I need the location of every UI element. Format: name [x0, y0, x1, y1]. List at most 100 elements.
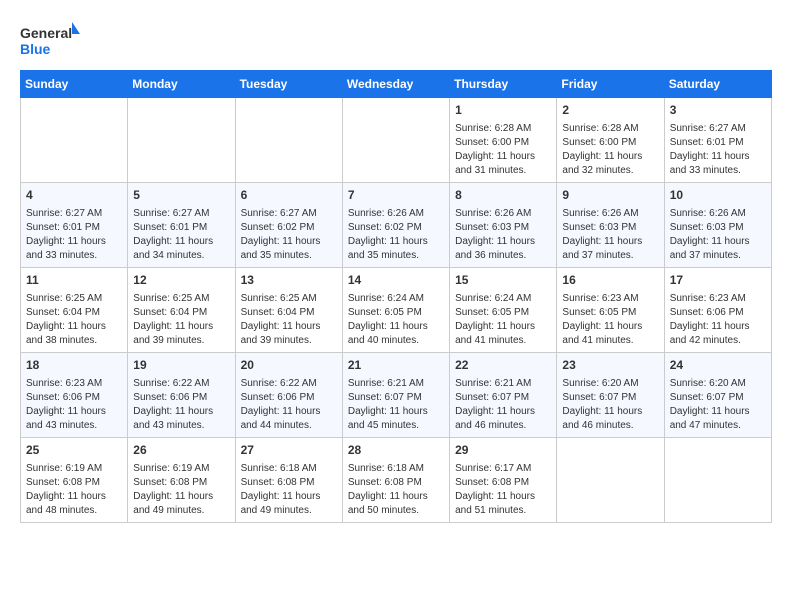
- day-info-line: Sunrise: 6:23 AM: [670, 292, 766, 306]
- day-info-line: Sunrise: 6:27 AM: [26, 207, 122, 221]
- logo-svg: General Blue: [20, 20, 80, 60]
- calendar-day-cell: [21, 98, 128, 183]
- calendar-day-cell: 22Sunrise: 6:21 AMSunset: 6:07 PMDayligh…: [450, 353, 557, 438]
- calendar-day-cell: 18Sunrise: 6:23 AMSunset: 6:06 PMDayligh…: [21, 353, 128, 438]
- svg-text:Blue: Blue: [20, 41, 51, 57]
- day-number: 16: [562, 272, 658, 289]
- calendar-day-cell: 28Sunrise: 6:18 AMSunset: 6:08 PMDayligh…: [342, 438, 449, 523]
- calendar-day-cell: 20Sunrise: 6:22 AMSunset: 6:06 PMDayligh…: [235, 353, 342, 438]
- day-info-line: Daylight: 11 hours and 35 minutes.: [348, 235, 444, 263]
- day-number: 7: [348, 187, 444, 204]
- calendar-day-cell: 8Sunrise: 6:26 AMSunset: 6:03 PMDaylight…: [450, 183, 557, 268]
- day-info-line: Sunset: 6:08 PM: [26, 476, 122, 490]
- day-info-line: Sunrise: 6:23 AM: [562, 292, 658, 306]
- day-info-line: Sunset: 6:06 PM: [670, 306, 766, 320]
- day-number: 1: [455, 102, 551, 119]
- day-info-line: Sunrise: 6:27 AM: [133, 207, 229, 221]
- day-info-line: Sunset: 6:03 PM: [670, 221, 766, 235]
- day-number: 20: [241, 357, 337, 374]
- day-info-line: Sunset: 6:04 PM: [133, 306, 229, 320]
- calendar-week-row: 11Sunrise: 6:25 AMSunset: 6:04 PMDayligh…: [21, 268, 772, 353]
- calendar-day-cell: 25Sunrise: 6:19 AMSunset: 6:08 PMDayligh…: [21, 438, 128, 523]
- calendar-day-cell: [342, 98, 449, 183]
- weekday-header-cell: Wednesday: [342, 71, 449, 98]
- day-info-line: Sunset: 6:01 PM: [133, 221, 229, 235]
- calendar-day-cell: 10Sunrise: 6:26 AMSunset: 6:03 PMDayligh…: [664, 183, 771, 268]
- logo: General Blue: [20, 20, 80, 60]
- day-info-line: Daylight: 11 hours and 36 minutes.: [455, 235, 551, 263]
- calendar-day-cell: 12Sunrise: 6:25 AMSunset: 6:04 PMDayligh…: [128, 268, 235, 353]
- calendar-day-cell: 5 Sunrise: 6:27 AMSunset: 6:01 PMDaylight…: [128, 183, 235, 268]
- day-info-line: Sunset: 6:06 PM: [26, 391, 122, 405]
- calendar-day-cell: 26Sunrise: 6:19 AMSunset: 6:08 PMDayligh…: [128, 438, 235, 523]
- day-number: 13: [241, 272, 337, 289]
- day-info-line: Sunset: 6:00 PM: [562, 136, 658, 150]
- calendar-day-cell: 15Sunrise: 6:24 AMSunset: 6:05 PMDayligh…: [450, 268, 557, 353]
- day-info-line: Daylight: 11 hours and 40 minutes.: [348, 320, 444, 348]
- day-info-line: Sunset: 6:01 PM: [670, 136, 766, 150]
- day-info-line: Sunrise: 6:25 AM: [26, 292, 122, 306]
- header: General Blue: [20, 20, 772, 60]
- day-info-line: Sunrise: 6:20 AM: [670, 377, 766, 391]
- calendar-day-cell: 3Sunrise: 6:27 AMSunset: 6:01 PMDaylight…: [664, 98, 771, 183]
- day-info-line: Sunrise: 6:27 AM: [670, 122, 766, 136]
- day-number: 12: [133, 272, 229, 289]
- calendar-day-cell: 6Sunrise: 6:27 AMSunset: 6:02 PMDaylight…: [235, 183, 342, 268]
- day-info-line: Sunrise: 6:28 AM: [562, 122, 658, 136]
- calendar-day-cell: 24Sunrise: 6:20 AMSunset: 6:07 PMDayligh…: [664, 353, 771, 438]
- day-info-line: Sunset: 6:03 PM: [455, 221, 551, 235]
- calendar-week-row: 1Sunrise: 6:28 AMSunset: 6:00 PMDaylight…: [21, 98, 772, 183]
- day-info-line: Daylight: 11 hours and 39 minutes.: [241, 320, 337, 348]
- day-number: 21: [348, 357, 444, 374]
- calendar-day-cell: 17Sunrise: 6:23 AMSunset: 6:06 PMDayligh…: [664, 268, 771, 353]
- calendar-day-cell: 29Sunrise: 6:17 AMSunset: 6:08 PMDayligh…: [450, 438, 557, 523]
- day-info-line: Sunset: 6:01 PM: [26, 221, 122, 235]
- day-number: 4: [26, 187, 122, 204]
- weekday-header-cell: Sunday: [21, 71, 128, 98]
- day-info-line: Sunrise: 6:22 AM: [241, 377, 337, 391]
- calendar-day-cell: 23Sunrise: 6:20 AMSunset: 6:07 PMDayligh…: [557, 353, 664, 438]
- day-number: 5: [133, 187, 229, 204]
- day-info-line: Sunset: 6:07 PM: [348, 391, 444, 405]
- day-number: 8: [455, 187, 551, 204]
- calendar-header: SundayMondayTuesdayWednesdayThursdayFrid…: [21, 71, 772, 98]
- day-info-line: Sunrise: 6:23 AM: [26, 377, 122, 391]
- day-info-line: Daylight: 11 hours and 45 minutes.: [348, 405, 444, 433]
- weekday-header-cell: Saturday: [664, 71, 771, 98]
- day-info-line: Daylight: 11 hours and 41 minutes.: [455, 320, 551, 348]
- day-info-line: Daylight: 11 hours and 37 minutes.: [562, 235, 658, 263]
- day-number: 18: [26, 357, 122, 374]
- day-info-line: Sunset: 6:04 PM: [241, 306, 337, 320]
- day-number: 15: [455, 272, 551, 289]
- day-number: 26: [133, 442, 229, 459]
- calendar-day-cell: [235, 98, 342, 183]
- day-info-line: Daylight: 11 hours and 47 minutes.: [670, 405, 766, 433]
- day-info-line: Sunset: 6:04 PM: [26, 306, 122, 320]
- calendar-day-cell: 19Sunrise: 6:22 AMSunset: 6:06 PMDayligh…: [128, 353, 235, 438]
- day-info-line: Sunrise: 6:19 AM: [26, 462, 122, 476]
- day-info-line: Sunrise: 6:26 AM: [348, 207, 444, 221]
- day-info-line: Sunrise: 6:21 AM: [348, 377, 444, 391]
- day-info-line: Sunset: 6:00 PM: [455, 136, 551, 150]
- day-info-line: Daylight: 11 hours and 44 minutes.: [241, 405, 337, 433]
- calendar-day-cell: 2Sunrise: 6:28 AMSunset: 6:00 PMDaylight…: [557, 98, 664, 183]
- day-info-line: Daylight: 11 hours and 41 minutes.: [562, 320, 658, 348]
- day-info-line: Sunset: 6:03 PM: [562, 221, 658, 235]
- day-info-line: Daylight: 11 hours and 51 minutes.: [455, 490, 551, 518]
- day-number: 29: [455, 442, 551, 459]
- day-info-line: Daylight: 11 hours and 35 minutes.: [241, 235, 337, 263]
- day-info-line: Sunrise: 6:25 AM: [133, 292, 229, 306]
- day-number: 14: [348, 272, 444, 289]
- day-info-line: Daylight: 11 hours and 34 minutes.: [133, 235, 229, 263]
- calendar-day-cell: 27Sunrise: 6:18 AMSunset: 6:08 PMDayligh…: [235, 438, 342, 523]
- day-info-line: Sunset: 6:06 PM: [133, 391, 229, 405]
- day-number: 24: [670, 357, 766, 374]
- calendar-day-cell: 9Sunrise: 6:26 AMSunset: 6:03 PMDaylight…: [557, 183, 664, 268]
- day-info-line: Sunrise: 6:27 AM: [241, 207, 337, 221]
- calendar-week-row: 4Sunrise: 6:27 AMSunset: 6:01 PMDaylight…: [21, 183, 772, 268]
- calendar-table: SundayMondayTuesdayWednesdayThursdayFrid…: [20, 70, 772, 523]
- weekday-header-row: SundayMondayTuesdayWednesdayThursdayFrid…: [21, 71, 772, 98]
- day-info-line: Sunset: 6:07 PM: [562, 391, 658, 405]
- calendar-week-row: 25Sunrise: 6:19 AMSunset: 6:08 PMDayligh…: [21, 438, 772, 523]
- calendar-day-cell: 13Sunrise: 6:25 AMSunset: 6:04 PMDayligh…: [235, 268, 342, 353]
